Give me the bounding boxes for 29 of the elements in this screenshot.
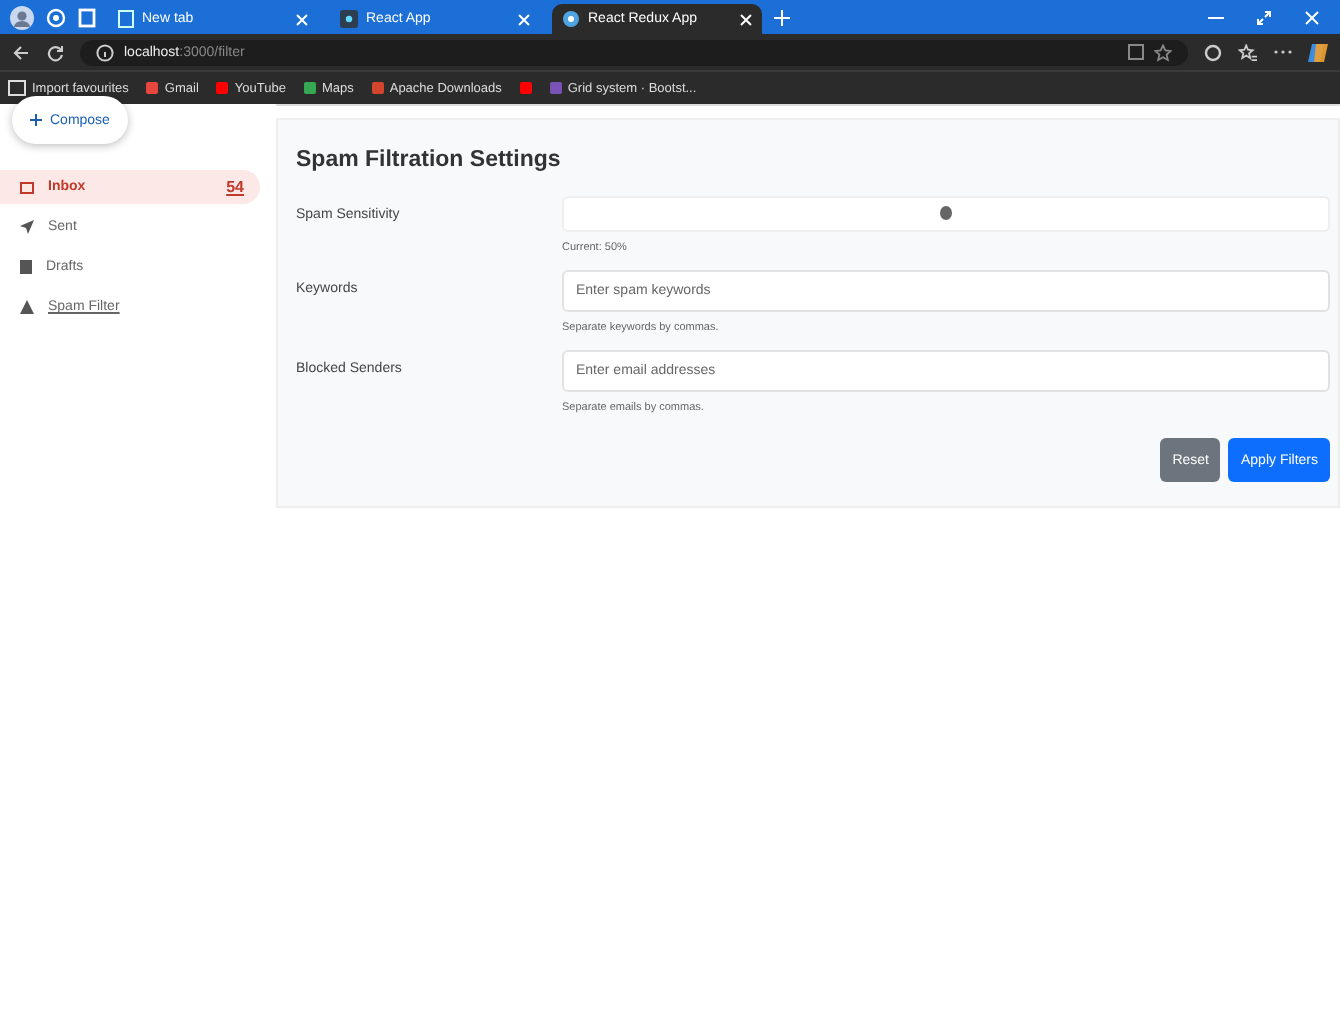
- new-tab-icon[interactable]: [774, 9, 790, 25]
- slider-thumb[interactable]: [940, 206, 952, 220]
- plus-icon: [30, 113, 43, 126]
- close-icon[interactable]: [740, 13, 752, 25]
- send-icon: [20, 220, 34, 234]
- app-icon: [340, 10, 358, 28]
- copilot-icon[interactable]: [1308, 41, 1328, 63]
- globe-icon: [562, 10, 580, 28]
- refresh-icon[interactable]: [46, 43, 64, 61]
- settings-title: Spam Filtration Settings: [296, 148, 563, 172]
- favorites-icon[interactable]: [1238, 43, 1258, 61]
- favicon-icon: [216, 82, 229, 94]
- close-window-icon[interactable]: [1304, 9, 1320, 25]
- restore-icon[interactable]: [1256, 9, 1272, 25]
- sensitivity-slider[interactable]: [562, 196, 1330, 232]
- favicon-icon[interactable]: [519, 82, 532, 94]
- favicon-icon: [549, 82, 562, 94]
- folder-icon: [8, 80, 26, 96]
- page-icon: [118, 10, 134, 28]
- document-icon: [20, 260, 32, 274]
- favicon-icon: [303, 82, 316, 94]
- back-icon[interactable]: [12, 43, 30, 61]
- inbox-icon: [20, 181, 34, 193]
- unread-count: 54: [226, 178, 244, 196]
- favicon-icon: [146, 82, 159, 94]
- profile-icon[interactable]: [10, 5, 34, 29]
- info-icon: [96, 43, 114, 61]
- star-icon[interactable]: [1154, 43, 1172, 61]
- favicon-icon: [371, 82, 384, 94]
